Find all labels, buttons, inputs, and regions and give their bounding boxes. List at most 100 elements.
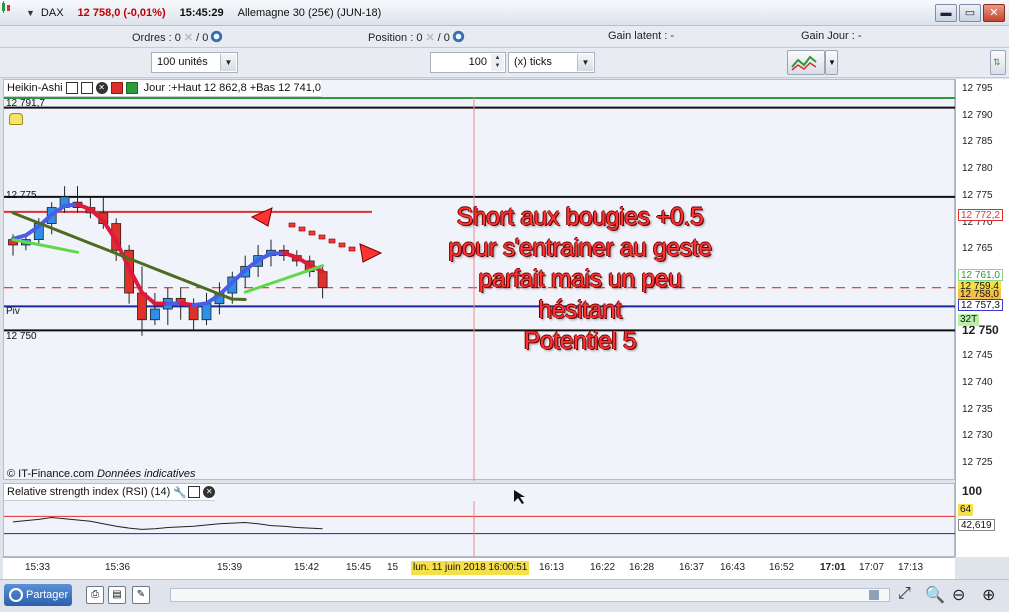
mouse-cursor-icon bbox=[514, 490, 525, 504]
blue-tag: 12 757,3 bbox=[958, 299, 1003, 311]
annotation-arrow-dot bbox=[328, 238, 336, 244]
new-window-icon[interactable] bbox=[65, 82, 78, 94]
print-icon[interactable]: ⎙ bbox=[86, 586, 104, 604]
maximize-icon[interactable] bbox=[188, 486, 201, 498]
chart-tools-button[interactable] bbox=[787, 50, 825, 75]
chart-style-label[interactable]: Heikin-Ashi bbox=[7, 82, 63, 94]
annotation-arrow-head-right bbox=[359, 243, 383, 263]
chevron-down-icon[interactable]: ▼ bbox=[220, 54, 236, 71]
price-axis-tick: 12 785 bbox=[962, 136, 993, 148]
title-bar: ▼ DAX 12 758,0 (-0,01%) 15:45:29 Allemag… bbox=[0, 0, 1009, 26]
wrench-icon[interactable]: 🔧 bbox=[173, 486, 187, 499]
price-axis-tick: 12 795 bbox=[962, 83, 993, 94]
time-axis-tick: 15 bbox=[387, 562, 399, 573]
position-value-2: / 0 bbox=[437, 32, 450, 44]
price-axis-tick: 12 780 bbox=[962, 163, 993, 175]
zoom-out-icon[interactable]: ⊖ bbox=[952, 585, 965, 605]
zoom-area-icon[interactable]: 🔍 bbox=[925, 585, 945, 605]
units-value: 100 unités bbox=[157, 56, 208, 68]
price-change: 12 758,0 (-0,01%) bbox=[77, 6, 166, 19]
chart-tools-dropdown[interactable]: ▼ bbox=[825, 50, 838, 75]
share-label: Partager bbox=[26, 589, 69, 601]
drawing-icon[interactable]: ✎ bbox=[132, 586, 150, 604]
buy-icon[interactable] bbox=[125, 82, 138, 94]
rsi-value-tag: 42,619 bbox=[958, 519, 995, 531]
time-axis[interactable]: 15:33 15:36 15:39 15:42 15:45 15 16:13 16:22 16:… bbox=[3, 557, 955, 579]
price-axis-tick: 12 775 bbox=[962, 189, 993, 201]
indicator-icon[interactable]: ▤ bbox=[108, 586, 126, 604]
chart-scrollbar[interactable] bbox=[170, 588, 890, 602]
spin-arrows-icon[interactable]: ▲ ▼ bbox=[491, 54, 504, 71]
annotation-arrow-head-left bbox=[250, 207, 273, 227]
units-select[interactable]: 100 unités ▼ bbox=[151, 52, 238, 73]
price-axis-tick: 12 765 bbox=[962, 243, 993, 255]
instrument-name[interactable]: DAX bbox=[41, 7, 64, 19]
credit-text: © IT-Finance.com bbox=[7, 468, 94, 480]
rsi-header: Relative strength index (RSI) (14) 🔧 ✕ bbox=[4, 484, 216, 501]
share-icon bbox=[9, 588, 23, 602]
annotation-line-1: Short aux bougies +0.5 bbox=[456, 203, 704, 231]
credit-note: Données indicatives bbox=[97, 468, 196, 480]
day-range-info: Jour :+Haut 12 862,8 +Bas 12 741,0 bbox=[143, 82, 321, 94]
maximize-icon[interactable] bbox=[80, 82, 93, 94]
position-value: 0 bbox=[416, 32, 423, 44]
trade-annotation: Short aux bougies +0.5 pour s'entrainer … bbox=[400, 202, 760, 357]
zoom-in-icon[interactable]: ⊕ bbox=[982, 585, 995, 605]
orders-label: Ordres : bbox=[132, 32, 172, 44]
time-axis-tick: 17:07 bbox=[859, 562, 885, 573]
close-position-icon[interactable]: ✕ bbox=[425, 32, 434, 44]
candle-body bbox=[317, 271, 328, 289]
time-axis-tick: 16:13 bbox=[539, 562, 565, 573]
rsi-title[interactable]: Relative strength index (RSI) (14) bbox=[7, 486, 170, 498]
rsi-panel[interactable]: Relative strength index (RSI) (14) 🔧 ✕ bbox=[3, 483, 956, 558]
annotation-line-4: hésitant bbox=[538, 296, 622, 324]
gear-icon[interactable] bbox=[210, 30, 224, 43]
chevron-down-icon[interactable]: ▼ bbox=[577, 54, 593, 71]
moving-average-light bbox=[11, 238, 79, 254]
zoom-fit-icon[interactable]: ⤢ bbox=[898, 585, 911, 603]
price-axis-tick: 12 730 bbox=[962, 430, 993, 442]
price-axis-tick: 12 725 bbox=[962, 457, 993, 468]
time-axis-tick: 15:33 bbox=[25, 562, 51, 573]
annotation-arrow-dot bbox=[308, 230, 316, 236]
position-label: Position : bbox=[368, 32, 414, 44]
close-icon[interactable]: ✕ bbox=[203, 486, 216, 498]
scroll-thumb[interactable] bbox=[869, 590, 879, 600]
rsi-line bbox=[12, 517, 323, 530]
gear-icon[interactable] bbox=[451, 30, 465, 43]
share-button[interactable]: Partager bbox=[4, 584, 72, 606]
close-icon[interactable]: ✕ bbox=[95, 82, 108, 94]
time-axis-tick: 16:28 bbox=[629, 562, 655, 573]
green-tag: 12 761,0 bbox=[958, 269, 1003, 281]
side-panel-toggle[interactable]: ⇅ bbox=[990, 50, 1006, 75]
orders-info: Ordres : 0 ✕/ 0 bbox=[132, 30, 224, 44]
time-axis-tick: 16:43 bbox=[720, 562, 746, 573]
chevron-down-icon: ▼ bbox=[828, 58, 836, 67]
chevron-down-icon[interactable]: ▼ bbox=[26, 8, 35, 18]
sell-icon[interactable] bbox=[110, 82, 123, 94]
red-line-tag: 12 772,2 bbox=[958, 209, 1003, 221]
instrument-description: Allemagne 30 (25€) (JUN-18) bbox=[237, 6, 382, 19]
gain-jour: Gain Jour : - bbox=[801, 30, 862, 42]
close-button[interactable]: ✕ bbox=[983, 4, 1005, 22]
timer-tag: 32T bbox=[958, 314, 980, 326]
quantity-stepper[interactable]: 100 ▲ ▼ bbox=[430, 52, 506, 73]
position-info: Position : 0 ✕/ 0 bbox=[368, 30, 465, 44]
alert-bell-icon[interactable] bbox=[9, 113, 23, 125]
chart-tools-icon bbox=[791, 55, 817, 71]
annotation-arrow-dot bbox=[288, 222, 296, 228]
maximize-button[interactable]: ▭ bbox=[959, 4, 981, 22]
annotation-line-5: Potentiel 5 bbox=[523, 327, 637, 355]
minimize-button[interactable]: ▬ bbox=[935, 4, 957, 22]
level-label-12775: 12 775 bbox=[6, 190, 37, 201]
price-axis-tick: 12 745 bbox=[962, 350, 993, 362]
trend-band-segment bbox=[11, 233, 28, 241]
trend-band-segment bbox=[256, 251, 273, 262]
price-axis-tick: 12 740 bbox=[962, 376, 993, 388]
ticks-select[interactable]: (x) ticks ▼ bbox=[508, 52, 595, 73]
price-axis[interactable]: 12 795 12 790 12 785 12 780 12 775 12 770 12 7… bbox=[955, 79, 1009, 557]
time-axis-tick: 15:45 bbox=[346, 562, 372, 573]
time-axis-tick: 16:22 bbox=[590, 562, 616, 573]
chart-credit: © IT-Finance.com Données indicatives bbox=[7, 468, 195, 480]
cancel-orders-icon[interactable]: ✕ bbox=[184, 32, 193, 44]
